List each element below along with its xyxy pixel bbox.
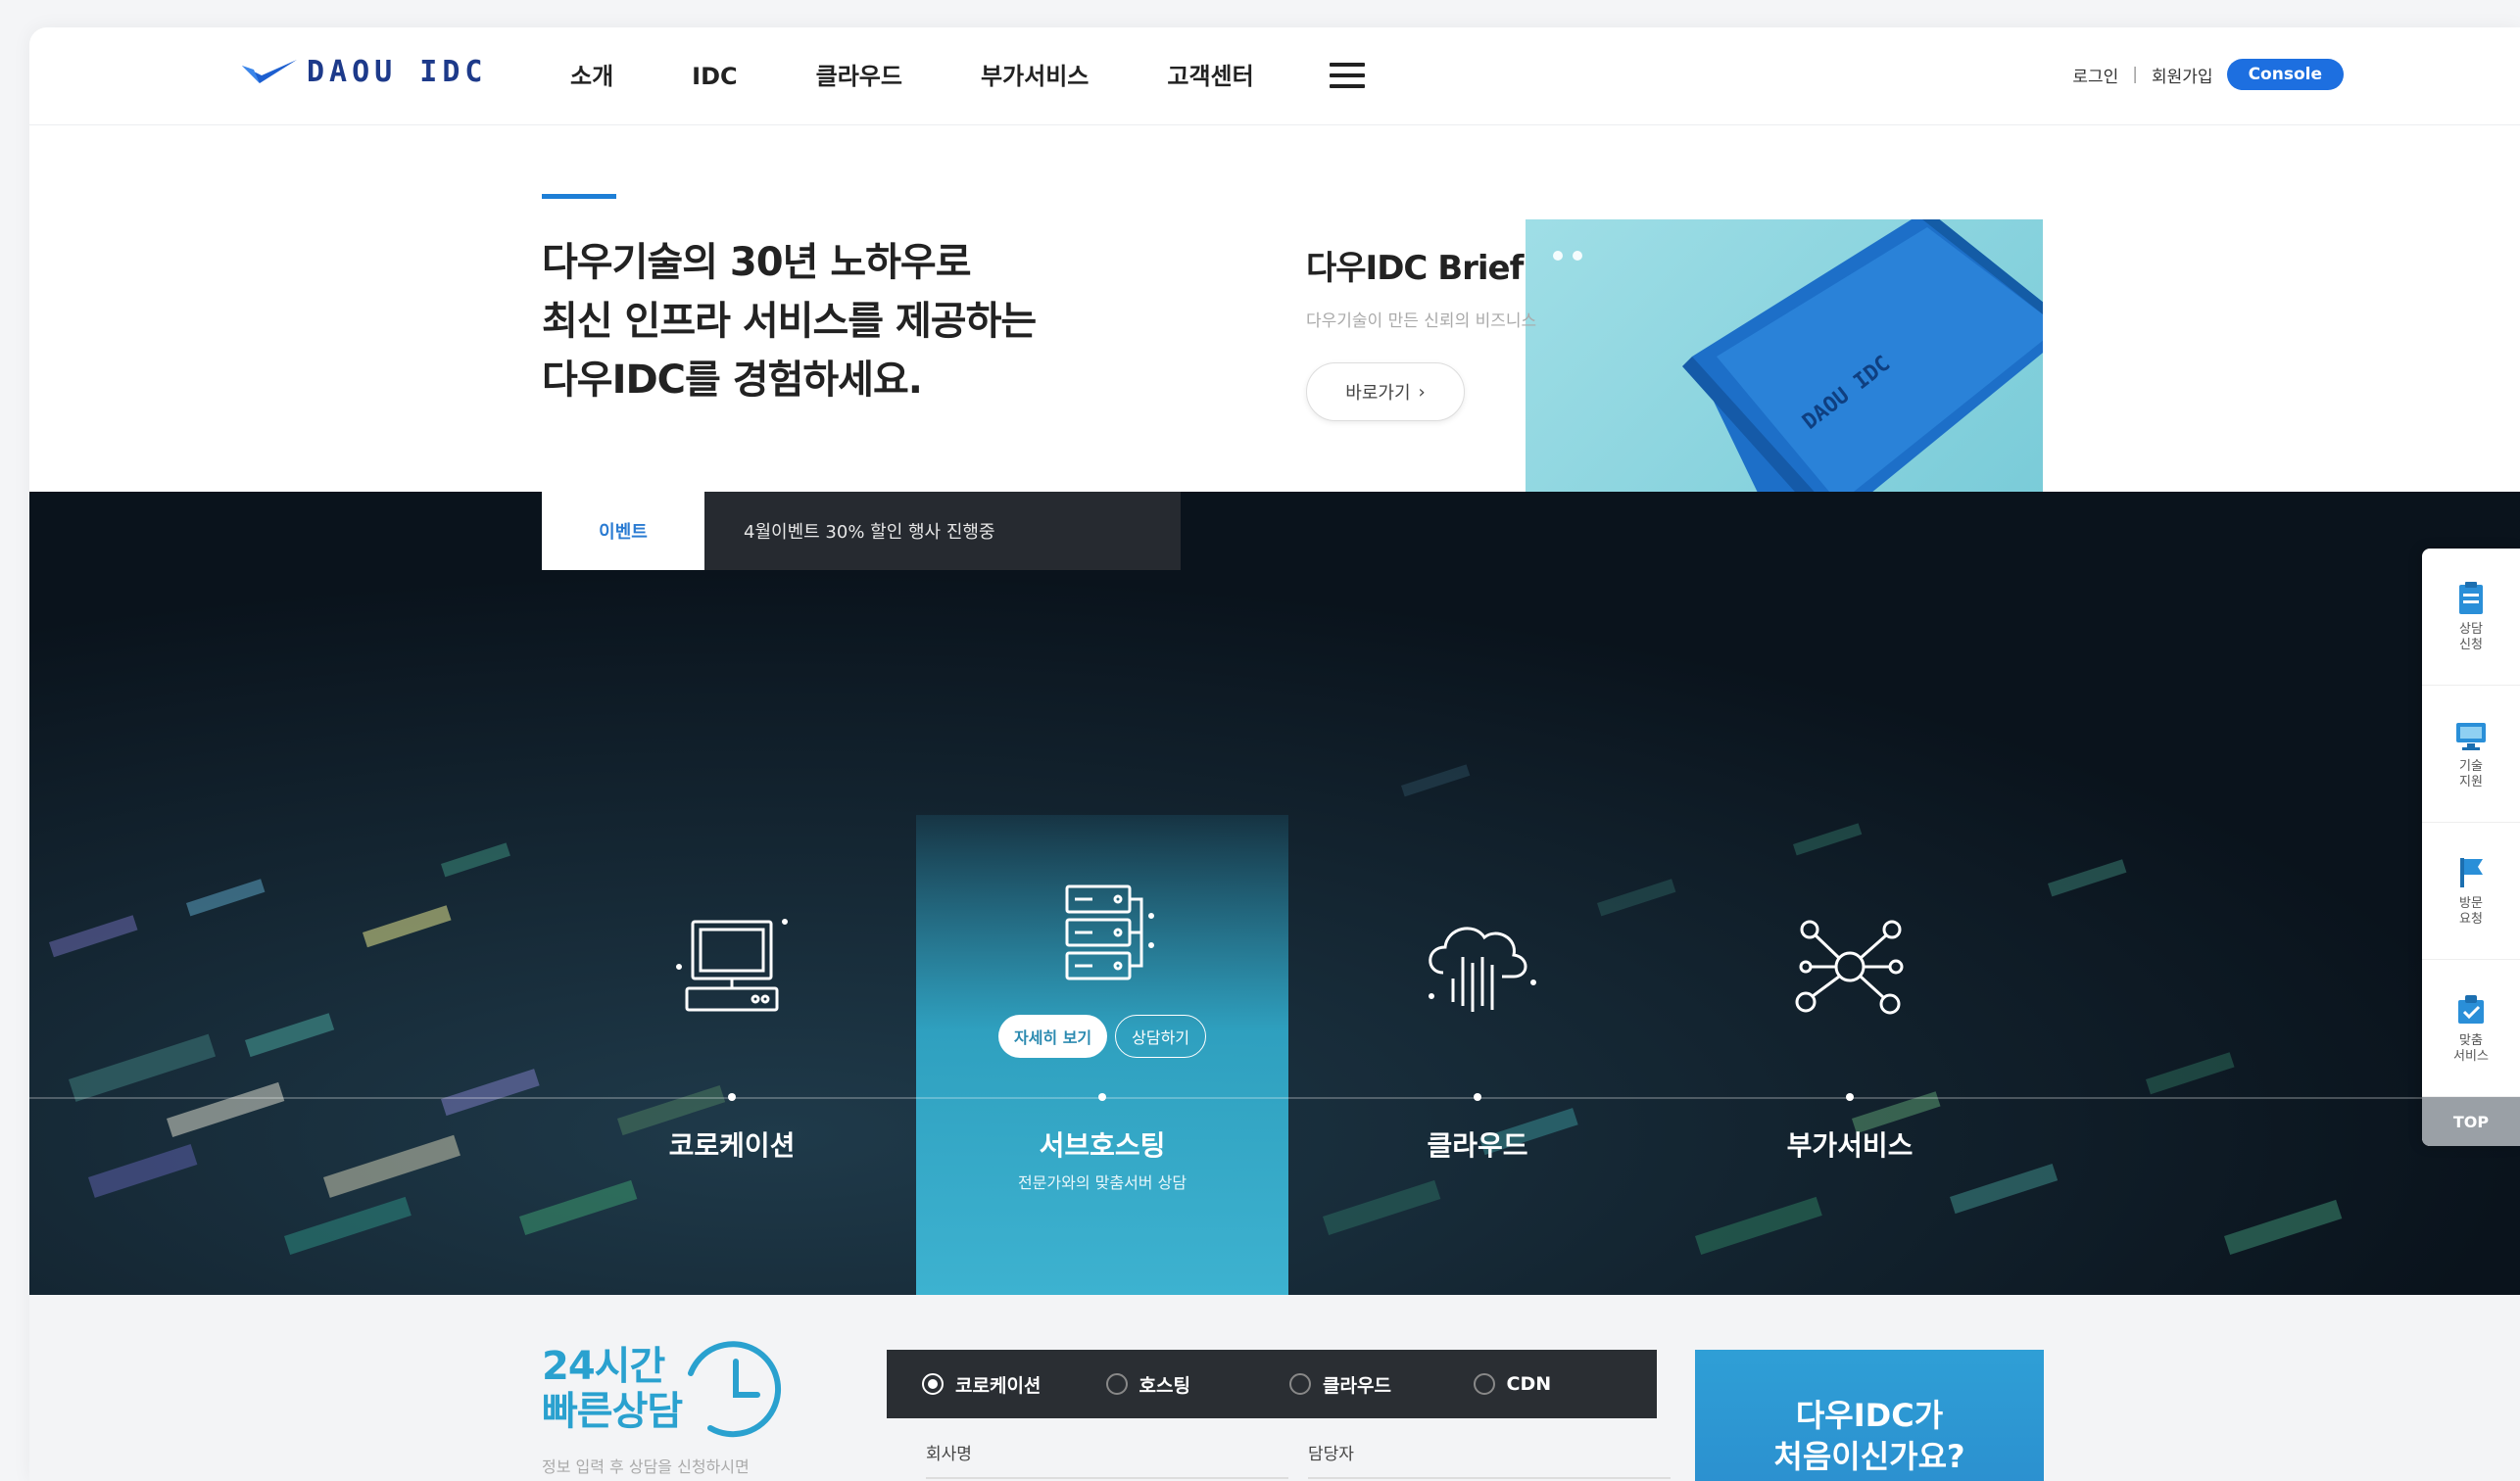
quick-custom-service[interactable]: 맞춤 서비스: [2422, 960, 2520, 1097]
nav-item-addon[interactable]: 부가서비스: [942, 57, 1128, 96]
custom-service-icon: [2458, 994, 2484, 1024]
manager-name-field[interactable]: 담당자: [1308, 1430, 1671, 1479]
timeline-dot: [1846, 1093, 1854, 1101]
event-text[interactable]: 4월이벤트 30% 할인 행사 진행중: [704, 492, 1181, 570]
brief-title: 다우IDC Brief: [1306, 249, 1524, 288]
console-button[interactable]: Console: [2226, 59, 2344, 90]
radio-circle-icon: [1105, 1373, 1128, 1395]
service-label: 부가서비스: [1786, 1129, 1914, 1162]
hero-services-banner: 이벤트 4월이벤트 30% 할인 행사 진행중 코로케이션 자세히 보기 상담하…: [29, 492, 2520, 1295]
monitor-support-icon: [2456, 722, 2486, 750]
service-type-radio-group: 코로케이션 호스팅 클라우드 CDN: [887, 1350, 1657, 1418]
first-visit-line: 처음이신가요?: [1773, 1438, 1965, 1475]
nav-item-support[interactable]: 고객센터: [1128, 57, 1292, 96]
server-monitor-icon: [546, 903, 918, 1030]
cloud-server-icon: [1291, 903, 1664, 1030]
slider-dot[interactable]: [1553, 251, 1563, 261]
clock-icon: [688, 1341, 782, 1438]
brief-section: 다우IDC Brief 다우기술이 만든 신뢰의 비즈니스 바로가기 ›: [1306, 241, 1536, 421]
radio-label: 호스팅: [1139, 1374, 1190, 1397]
brief-subtitle: 다우기술이 만든 신뢰의 비즈니스: [1306, 311, 1537, 331]
nav-item-idc[interactable]: IDC: [653, 57, 776, 96]
consult-title-line: 24시간: [542, 1344, 665, 1389]
quick-item-label: 맞춤 서비스: [2453, 1032, 2489, 1064]
quick-item-label: 방문 요청: [2459, 895, 2483, 927]
visit-flag-icon: [2460, 857, 2483, 887]
headline-line: 다우IDC를 경험하세요.: [542, 358, 923, 403]
util-separator: |: [2132, 65, 2139, 84]
daou-idc-logo[interactable]: DAOU IDC: [240, 55, 488, 89]
server-rack-icon: [916, 872, 1288, 999]
nav-item-intro[interactable]: 소개: [539, 57, 653, 96]
brief-go-button[interactable]: 바로가기 ›: [1306, 362, 1465, 421]
radio-label: CDN: [1506, 1373, 1552, 1395]
event-bar: 이벤트 4월이벤트 30% 할인 행사 진행중: [542, 492, 1181, 570]
radio-circle-icon: [1473, 1373, 1495, 1395]
service-addon[interactable]: 부가서비스: [1664, 903, 2036, 1162]
consult-title-line: 빠른상담: [542, 1389, 683, 1434]
clipboard-icon: [2459, 581, 2483, 614]
nav-item-cloud[interactable]: 클라우드: [777, 57, 942, 96]
company-name-field[interactable]: 회사명: [926, 1430, 1288, 1479]
scroll-top-button[interactable]: TOP: [2422, 1097, 2520, 1146]
logo-check-icon: [242, 59, 297, 83]
event-tag[interactable]: 이벤트: [542, 492, 704, 570]
radio-colocation[interactable]: 코로케이션: [922, 1371, 1106, 1398]
radio-circle-icon: [922, 1373, 944, 1395]
service-server-hosting[interactable]: 자세히 보기 상담하기 서브호스팅 전문가와의 맞춤서버 상담: [916, 872, 1288, 1192]
quick-consult-request[interactable]: 상담 신청: [2422, 549, 2520, 686]
hero-divider-line: [29, 1097, 2520, 1099]
signup-link[interactable]: 회원가입: [2152, 63, 2213, 87]
service-cloud[interactable]: 클라우드: [1291, 903, 1664, 1162]
service-label: 코로케이션: [668, 1129, 796, 1162]
headline-line: 다우기술의 30년 노하우로: [542, 240, 972, 285]
timeline-dot: [728, 1093, 736, 1101]
quick-menu-sidebar: 상담 신청 기술 지원 방문 요청 맞춤 서비스 TOP: [2422, 549, 2520, 1146]
service-sublabel: 전문가와의 맞춤서버 상담: [1017, 1173, 1187, 1192]
timeline-dot: [1098, 1093, 1106, 1101]
browser-page: DAOU IDC 소개 IDC 클라우드 부가서비스 고객센터 로그인 | 회원…: [29, 27, 2520, 1481]
logo-text: DAOU IDC: [307, 55, 488, 89]
accent-line: [542, 194, 616, 199]
consult-title: 24시간 빠른상담: [542, 1344, 683, 1434]
quick-item-label: 기술 지원: [2459, 758, 2483, 789]
quick-visit-request[interactable]: 방문 요청: [2422, 823, 2520, 960]
service-label: 클라우드: [1427, 1129, 1528, 1162]
service-label: 서브호스팅: [1039, 1129, 1166, 1162]
network-hub-icon: [1664, 903, 2036, 1030]
consult-button[interactable]: 상담하기: [1115, 1015, 1207, 1058]
radio-label: 코로케이션: [955, 1374, 1042, 1397]
login-link[interactable]: 로그인: [2072, 63, 2118, 87]
quick-tech-support[interactable]: 기술 지원: [2422, 686, 2520, 823]
hosting-actions: 자세히 보기 상담하기: [916, 1015, 1288, 1058]
headline-line: 최신 인프라 서비스를 제공하는: [542, 299, 1037, 344]
quick-item-label: 상담 신청: [2459, 621, 2483, 652]
hamburger-menu-icon[interactable]: [1330, 63, 1365, 90]
first-visit-banner[interactable]: 다우IDC가 처음이신가요?: [1695, 1350, 2044, 1481]
user-utility: 로그인 | 회원가입 Console: [2072, 59, 2344, 90]
radio-hosting[interactable]: 호스팅: [1105, 1371, 1290, 1398]
consult-note: 정보 입력 후 상담을 신청하시면: [542, 1457, 750, 1476]
main-nav: 소개 IDC 클라우드 부가서비스 고객센터: [539, 57, 1293, 96]
detail-button[interactable]: 자세히 보기: [997, 1015, 1108, 1058]
slider-dot[interactable]: [1573, 251, 1582, 261]
radio-circle-icon: [1289, 1373, 1311, 1395]
timeline-dot: [1474, 1093, 1481, 1101]
chevron-right-icon: ›: [1418, 381, 1426, 403]
brief-book-image: DAOU IDC: [1526, 219, 2043, 519]
radio-cloud[interactable]: 클라우드: [1289, 1371, 1474, 1398]
site-header: DAOU IDC 소개 IDC 클라우드 부가서비스 고객센터 로그인 | 회원…: [29, 27, 2520, 125]
slider-dots[interactable]: [1553, 251, 1582, 261]
radio-cdn[interactable]: CDN: [1473, 1373, 1658, 1395]
hero-headline: 다우기술의 30년 노하우로 최신 인프라 서비스를 제공하는 다우IDC를 경…: [542, 233, 1037, 409]
service-colocation[interactable]: 코로케이션: [546, 903, 918, 1162]
brief-button-label: 바로가기: [1345, 383, 1411, 404]
first-visit-line: 다우IDC가: [1795, 1397, 1944, 1434]
radio-label: 클라우드: [1323, 1374, 1391, 1397]
consult-section: 24시간 빠른상담 정보 입력 후 상담을 신청하시면 코로케이션 호스팅 클라…: [29, 1295, 2520, 1481]
